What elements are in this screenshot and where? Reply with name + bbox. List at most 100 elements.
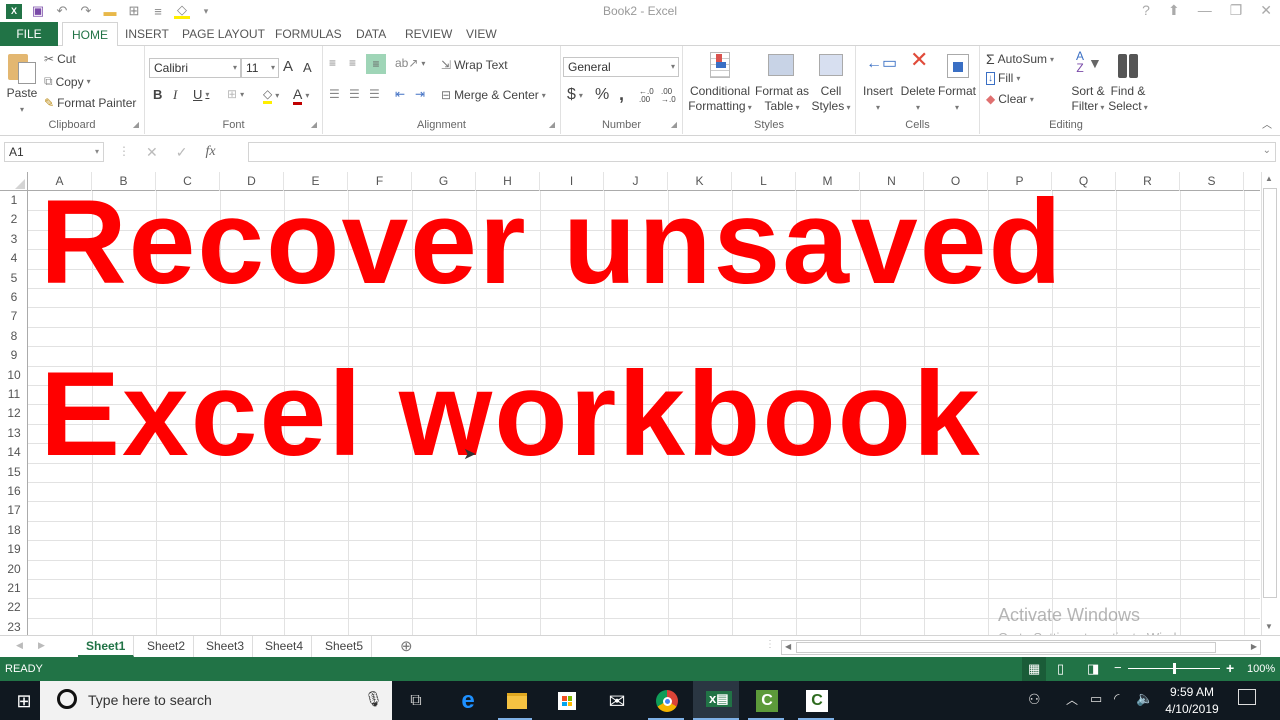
tab-home[interactable]: HOME [62,22,118,47]
row-header-5[interactable]: 5 [0,269,28,288]
enter-icon[interactable]: ✓ [176,144,188,161]
taskbar-search-box[interactable]: Type here to search 🎙 [40,681,392,720]
row-header-17[interactable]: 17 [0,501,28,520]
page-break-view-icon[interactable]: ◨ [1087,661,1099,677]
collapse-ribbon-icon[interactable]: ︿ [1262,116,1272,131]
row-header-16[interactable]: 16 [0,482,28,501]
row-header-6[interactable]: 6 [0,288,28,307]
formula-input[interactable]: ⌄ [248,142,1276,162]
sheet-tab-sheet3[interactable]: Sheet3 [198,636,254,657]
scroll-right-icon[interactable]: ▶ [1251,642,1257,651]
scroll-down-icon[interactable]: ▼ [1265,622,1273,631]
format-as-table-button[interactable]: Format as Table ▾ [755,50,809,115]
store-icon[interactable] [555,689,579,713]
format-painter-button[interactable]: ✎ Format Painter [44,96,136,110]
find-select-button[interactable]: Find & Select ▾ [1108,50,1148,115]
zoom-level[interactable]: 100% [1247,663,1275,675]
row-header-4[interactable]: 4 [0,249,28,268]
row-header-11[interactable]: 11 [0,385,28,404]
sheet-tab-sheet5[interactable]: Sheet5 [317,636,373,657]
align-right-button[interactable]: ☰ [369,87,380,101]
dialog-launcher-icon[interactable]: ◢ [311,120,317,129]
volume-icon[interactable]: 🔈 [1136,690,1153,707]
column-header-r[interactable]: R [1116,172,1180,191]
worksheet-grid[interactable]: ABCDEFGHIJKLMNOPQRS 1 2 3 4 5 6 7 8 9 10 11 12 13 14 1… [0,172,1260,635]
tab-insert[interactable]: INSERT [116,22,178,46]
bold-button[interactable]: B [153,87,162,102]
task-view-icon[interactable]: ⧉ [404,689,428,713]
action-center-icon[interactable] [1238,689,1256,705]
close-icon[interactable]: ✕ [1260,2,1272,19]
vertical-scrollbar[interactable]: ▲ ▼ [1261,172,1278,635]
fill-button[interactable]: ↓ Fill ▾ [986,71,1020,85]
row-header-18[interactable]: 18 [0,521,28,540]
merge-center-button[interactable]: ⊟ Merge & Center ▾ [441,88,546,102]
row-header-23[interactable]: 23 [0,618,28,635]
row-header-15[interactable]: 15 [0,463,28,482]
tab-file[interactable]: FILE [0,22,58,46]
restore-icon[interactable]: ❐ [1230,2,1243,19]
bottom-align-button[interactable]: ≡ [366,54,386,74]
sheet-tab-sheet4[interactable]: Sheet4 [257,636,313,657]
prev-sheet-icon[interactable]: ◀ [16,640,23,651]
sort-filter-button[interactable]: A Z ▼ Sort & Filter ▾ [1068,50,1108,115]
cut-button[interactable]: ✂ Cut [44,52,76,66]
insert-cells-button[interactable]: ←▭ Insert ▾ [858,50,898,115]
new-sheet-icon[interactable]: ⊕ [400,637,413,655]
paste-button[interactable]: Paste ▾ [6,52,38,117]
underline-button[interactable]: U ▾ [193,87,209,102]
start-button[interactable]: ⊞ [12,689,36,713]
tab-page-layout[interactable]: PAGE LAYOUT [173,22,274,46]
dialog-launcher-icon[interactable]: ◢ [549,120,555,129]
dialog-launcher-icon[interactable]: ◢ [133,120,139,129]
conditional-formatting-button[interactable]: Conditional Formatting ▾ [687,50,753,115]
row-header-3[interactable]: 3 [0,230,28,249]
increase-indent-button[interactable]: ⇥ [415,87,425,101]
insert-function-icon[interactable]: fx [205,144,215,160]
align-center-button[interactable]: ☰ [349,87,360,101]
select-all-corner[interactable] [0,172,28,191]
sheet-tab-sheet2[interactable]: Sheet2 [139,636,195,657]
shrink-font-button[interactable]: A [303,60,312,75]
camtasia-icon[interactable]: C [755,689,779,713]
page-layout-view-icon[interactable]: ▯ [1057,661,1064,677]
camtasia-recorder-icon[interactable]: C [805,689,829,713]
zoom-slider[interactable] [1128,663,1220,674]
help-icon[interactable]: ? [1142,2,1150,19]
row-header-19[interactable]: 19 [0,540,28,559]
font-name-combo[interactable]: Calibri ▾ [149,58,241,78]
scroll-up-icon[interactable]: ▲ [1265,174,1273,183]
row-header-7[interactable]: 7 [0,307,28,326]
dialog-launcher-icon[interactable]: ◢ [671,120,677,129]
file-explorer-icon[interactable] [505,689,529,713]
row-header-22[interactable]: 22 [0,598,28,617]
tab-review[interactable]: REVIEW [396,22,461,46]
show-hidden-icons[interactable]: ︿ [1066,691,1078,708]
copy-button[interactable]: ⧉ Copy ▾ [44,74,91,89]
next-sheet-icon[interactable]: ▶ [38,640,45,651]
tab-splitter[interactable]: ⋮ [765,639,775,650]
edge-icon[interactable]: e [456,687,480,714]
cancel-icon[interactable]: ✕ [146,144,158,161]
scroll-left-icon[interactable]: ◀ [785,642,791,651]
comma-button[interactable]: , [619,84,624,105]
clear-button[interactable]: ◆ Clear ▾ [986,92,1034,106]
row-header-14[interactable]: 14 [0,443,28,462]
chrome-icon[interactable] [655,689,679,713]
row-header-9[interactable]: 9 [0,346,28,365]
number-format-combo[interactable]: General ▾ [563,57,679,77]
orientation-button[interactable]: ab↗ ▾ [395,56,425,70]
row-header-1[interactable]: 1 [0,191,28,210]
wifi-icon[interactable]: ◜ [1114,690,1119,707]
middle-align-button[interactable]: ≡ [349,56,356,70]
font-color-button[interactable]: A ▾ [293,86,309,105]
mail-icon[interactable]: ✉ [605,689,629,713]
ribbon-display-options-icon[interactable]: ⬆ [1168,2,1180,19]
row-header-13[interactable]: 13 [0,424,28,443]
battery-icon[interactable]: ▭ [1090,691,1102,707]
expand-formula-icon[interactable]: ⌄ [1263,145,1271,156]
fill-color-button[interactable]: ◇ ▾ [263,87,279,104]
row-header-10[interactable]: 10 [0,366,28,385]
horizontal-scrollbar[interactable]: ◀ ▶ [781,640,1261,655]
row-header-20[interactable]: 20 [0,560,28,579]
